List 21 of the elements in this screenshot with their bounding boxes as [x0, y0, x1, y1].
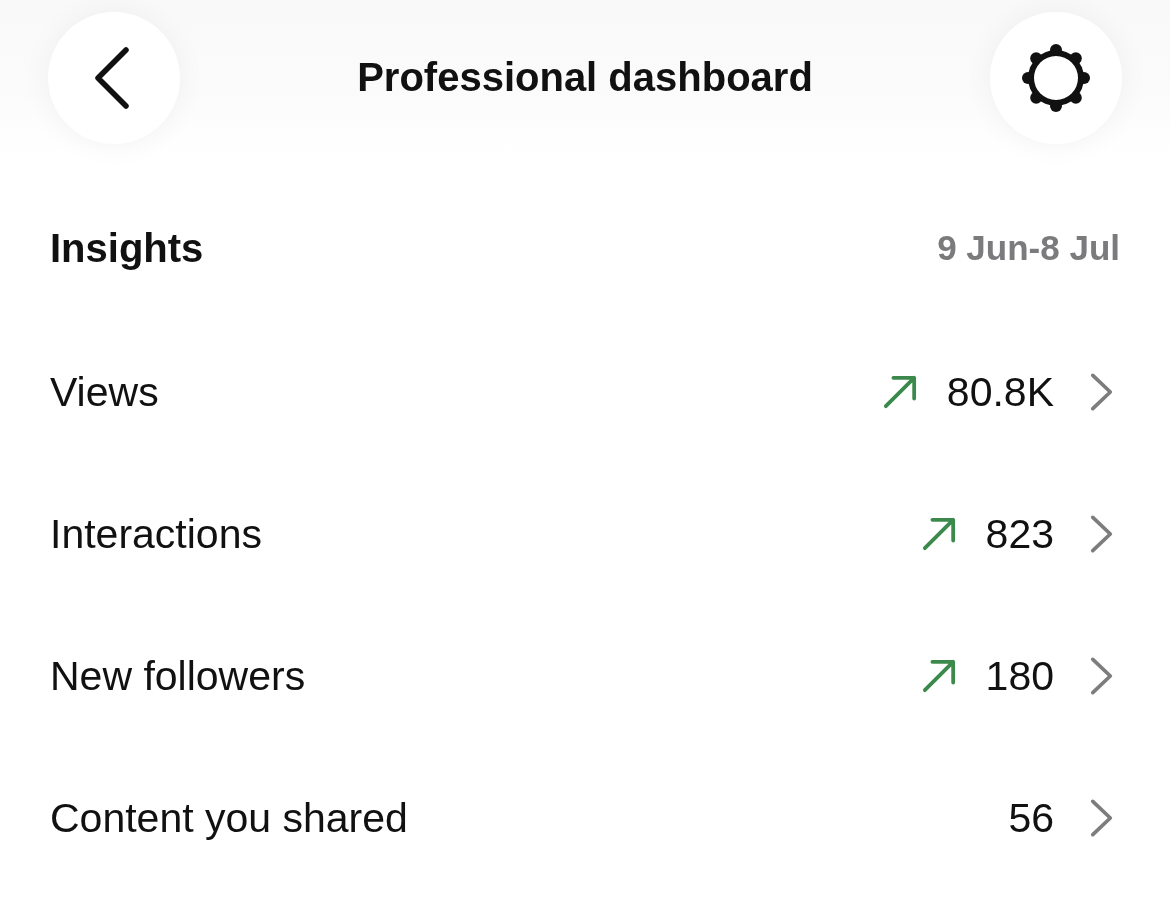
- metric-value: 180: [985, 652, 1054, 700]
- metric-row[interactable]: Views 80.8K: [0, 321, 1170, 463]
- metric-row[interactable]: Interactions 823: [0, 463, 1170, 605]
- chevron-right-icon: [1090, 798, 1114, 838]
- metric-label: New followers: [50, 652, 306, 700]
- metric-label: Views: [50, 368, 159, 416]
- back-chevron-icon: [95, 46, 129, 109]
- chevron-right-icon: [1090, 514, 1114, 554]
- chevron-right-icon: [1090, 656, 1114, 696]
- page-title: Professional dashboard: [357, 55, 813, 100]
- metric-value: 80.8K: [946, 368, 1054, 416]
- metric-value: 56: [1008, 794, 1054, 842]
- section-title: Insights: [50, 225, 204, 271]
- chevron-right-icon: [1090, 372, 1114, 412]
- metric-row[interactable]: New followers 180: [0, 605, 1170, 747]
- settings-icon: [1022, 43, 1090, 112]
- metric-label: Content you shared: [50, 794, 408, 842]
- metric-label: Interactions: [50, 510, 262, 558]
- metric-value: 823: [985, 510, 1054, 558]
- date-range: 9 Jun-8 Jul: [937, 228, 1120, 268]
- metric-row[interactable]: Content you shared 56: [0, 747, 1170, 889]
